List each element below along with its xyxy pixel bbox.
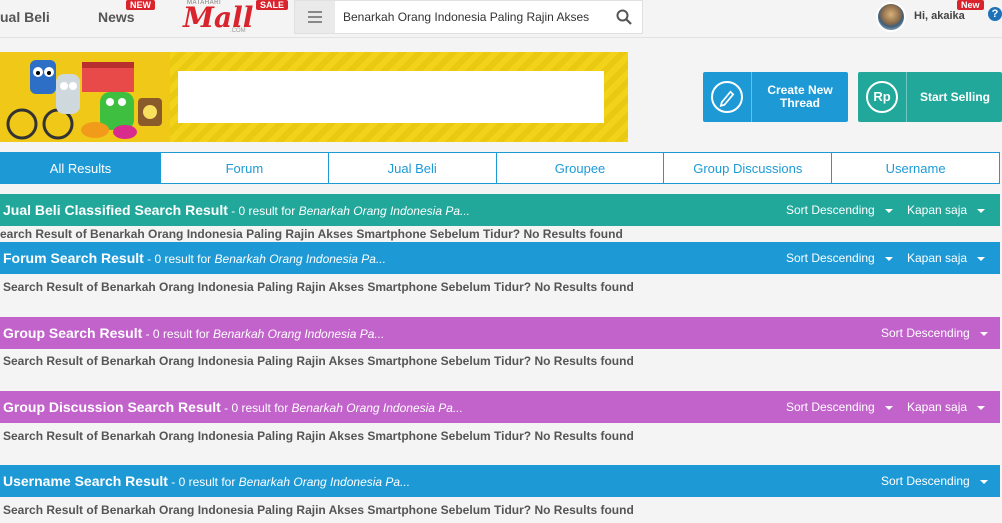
chevron-down-icon (979, 479, 988, 484)
section-title: Forum Search Result - 0 result for Benar… (3, 242, 386, 274)
no-results-message: Search Result of Benarkah Orang Indonesi… (3, 354, 634, 368)
rupiah-icon: Rp (866, 81, 898, 113)
sort-label: Sort Descending (786, 400, 875, 414)
nav-news-link[interactable]: News (98, 9, 135, 25)
no-results-message: Search Result of Benarkah Orang Indonesi… (3, 429, 634, 443)
result-count: - 0 result for (142, 327, 213, 341)
username-result-header: Username Search Result - 0 result for Be… (0, 465, 1000, 497)
group-result-header: Group Search Result - 0 result for Benar… (0, 317, 1000, 349)
chevron-down-icon (884, 208, 893, 213)
result-count: - 0 result for (227, 204, 299, 218)
sort-dropdown[interactable]: Sort Descending (881, 465, 988, 497)
sort-dropdown[interactable]: Sort Descending (786, 194, 893, 226)
tab-groupee[interactable]: Groupee (496, 152, 665, 184)
no-results-message: Search Result of Benarkah Orang Indonesi… (3, 280, 634, 294)
jual-beli-result-header: Jual Beli Classified Search Result - 0 r… (0, 194, 1000, 226)
result-query: Benarkah Orang Indonesia Pa... (291, 401, 463, 415)
top-navigation-bar: ual Beli News NEW MATAHARI Mall .COM SAL… (0, 0, 1002, 38)
sort-dropdown[interactable]: Sort Descending (786, 391, 893, 423)
time-filter-label: Kapan saja (907, 251, 968, 265)
search-icon[interactable] (615, 8, 633, 26)
logo-com-text: .COM (230, 28, 246, 34)
chevron-down-icon (977, 208, 986, 213)
no-results-message: earch Result of Benarkah Orang Indonesia… (0, 227, 623, 241)
help-icon[interactable]: ? (988, 7, 1002, 21)
banner-content-box (178, 71, 604, 123)
time-filter-dropdown[interactable]: Kapan saja (907, 242, 986, 274)
menu-hamburger-icon[interactable] (295, 1, 335, 33)
chevron-down-icon (884, 405, 893, 410)
section-title-text: Username Search Result (3, 473, 168, 489)
promo-banner[interactable] (0, 52, 628, 142)
section-title-text: Group Discussion Search Result (3, 399, 221, 415)
result-query: Benarkah Orang Indonesia Pa... (214, 252, 386, 266)
tab-username[interactable]: Username (832, 152, 1000, 184)
time-filter-dropdown[interactable]: Kapan saja (907, 194, 986, 226)
news-new-badge: NEW (126, 0, 155, 10)
time-filter-label: Kapan saja (907, 203, 968, 217)
button-divider (906, 72, 907, 122)
section-title: Jual Beli Classified Search Result - 0 r… (3, 194, 470, 226)
group-discussion-result-header: Group Discussion Search Result - 0 resul… (0, 391, 1000, 423)
section-title: Group Search Result - 0 result for Benar… (3, 317, 384, 349)
sort-label: Sort Descending (881, 326, 970, 340)
start-selling-label: Start Selling (919, 89, 990, 104)
sort-dropdown[interactable]: Sort Descending (881, 317, 988, 349)
user-new-badge: New (957, 0, 984, 10)
tab-group-discussions[interactable]: Group Discussions (664, 152, 833, 184)
result-count: - 0 result for (167, 475, 239, 489)
section-title: Group Discussion Search Result - 0 resul… (3, 391, 463, 423)
result-count: - 0 result for (220, 401, 292, 415)
result-tabs: All Results Forum Jual Beli Groupee Grou… (0, 152, 1000, 184)
user-avatar[interactable] (876, 2, 906, 32)
result-count: - 0 result for (143, 252, 215, 266)
sort-label: Sort Descending (881, 474, 970, 488)
section-title-text: Jual Beli Classified Search Result (3, 202, 228, 218)
section-title-text: Group Search Result (3, 325, 143, 341)
time-filter-label: Kapan saja (907, 400, 968, 414)
button-divider (751, 72, 752, 122)
tab-forum[interactable]: Forum (161, 152, 329, 184)
sort-dropdown[interactable]: Sort Descending (786, 242, 893, 274)
chevron-down-icon (977, 405, 986, 410)
no-results-message: Search Result of Benarkah Orang Indonesi… (3, 503, 634, 517)
search-input[interactable] (343, 7, 607, 27)
tab-all-results[interactable]: All Results (0, 152, 161, 184)
result-query: Benarkah Orang Indonesia Pa... (238, 475, 411, 489)
sort-label: Sort Descending (786, 251, 875, 265)
create-new-thread-label: Create New Thread (767, 83, 833, 110)
search-bar (294, 0, 643, 34)
result-query: Benarkah Orang Indonesia Pa... (298, 204, 471, 218)
section-title: Username Search Result - 0 result for Be… (3, 465, 410, 497)
section-title-text: Forum Search Result (3, 250, 144, 266)
sort-label: Sort Descending (786, 203, 875, 217)
chevron-down-icon (977, 256, 986, 261)
forum-result-header: Forum Search Result - 0 result for Benar… (0, 242, 1000, 274)
start-selling-button[interactable]: Rp Start Selling (858, 72, 1002, 122)
user-greeting[interactable]: Hi, akaika (914, 10, 965, 22)
create-new-thread-button[interactable]: Create New Thread (703, 72, 848, 122)
result-query: Benarkah Orang Indonesia Pa... (212, 327, 385, 341)
sale-badge: SALE (256, 0, 289, 10)
chevron-down-icon (884, 256, 893, 261)
time-filter-dropdown[interactable]: Kapan saja (907, 391, 986, 423)
nav-jual-beli-link[interactable]: ual Beli (0, 9, 50, 25)
tab-jual-beli[interactable]: Jual Beli (328, 152, 497, 184)
chevron-down-icon (979, 331, 988, 336)
banner-mascot-illustration (0, 52, 170, 142)
pencil-icon (711, 81, 743, 113)
